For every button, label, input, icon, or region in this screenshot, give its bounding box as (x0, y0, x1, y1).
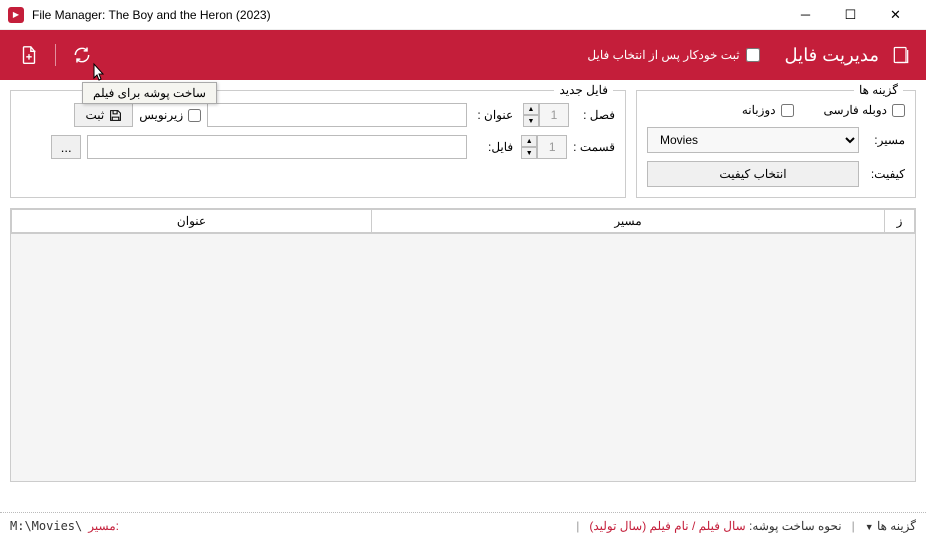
path-label: مسیر: (867, 133, 905, 147)
browse-button[interactable]: ... (51, 135, 81, 159)
refresh-button[interactable] (68, 41, 96, 69)
toolbar: مدیریت فایل ثبت خودکار پس از انتخاب فایل (0, 30, 926, 80)
file-manager-icon (891, 45, 911, 65)
episode-down[interactable]: ▼ (521, 147, 537, 159)
path-select[interactable]: Movies (647, 127, 859, 153)
sb-path: M:\Movies\ (10, 519, 82, 533)
files-table: ز مسیر عنوان (10, 208, 916, 482)
file-add-icon (18, 44, 40, 66)
file-input[interactable] (87, 135, 467, 159)
title-label: عنوان : (473, 108, 513, 122)
autosave-checkbox[interactable] (746, 48, 760, 62)
toolbar-title: مدیریت فایل (785, 45, 879, 66)
season-input[interactable] (539, 103, 569, 127)
dub-fa-wrap[interactable]: دوبله فارسی (824, 103, 905, 117)
window-title: File Manager: The Boy and the Heron (202… (32, 8, 783, 22)
titlebar: File Manager: The Boy and the Heron (202… (0, 0, 926, 30)
sb-folder-pattern-label: نحوه ساخت پوشه: (749, 519, 842, 533)
options-panel: گزینه ها دوبله فارسی دوزبانه مسیر: Movie… (636, 90, 916, 198)
season-spinner[interactable]: ▲▼ (523, 103, 569, 127)
season-label: فصل : (575, 108, 615, 122)
app-logo-icon (8, 7, 24, 23)
create-folder-button[interactable] (15, 41, 43, 69)
tooltip: ساخت پوشه برای فیلم (82, 82, 217, 104)
statusbar: گزینه ها ▼ | نحوه ساخت پوشه: سال فیلم / … (0, 512, 926, 538)
bilingual-checkbox[interactable] (781, 104, 794, 117)
bilingual-wrap[interactable]: دوزبانه (742, 103, 794, 117)
toolbar-separator (55, 44, 56, 66)
save-icon (109, 109, 122, 122)
file-label: فایل: (473, 140, 513, 154)
episode-input[interactable] (537, 135, 567, 159)
episode-up[interactable]: ▲ (521, 135, 537, 147)
maximize-button[interactable]: ☐ (828, 0, 873, 30)
col-path[interactable]: مسیر (372, 210, 885, 233)
quality-button[interactable]: انتخاب کیفیت (647, 161, 859, 187)
quality-label: کیفیت: (867, 167, 905, 181)
autosave-label: ثبت خودکار پس از انتخاب فایل (587, 48, 739, 62)
sb-folder-pattern: سال فیلم / نام فیلم (سال تولید) (589, 519, 745, 533)
subtitle-checkbox[interactable] (188, 109, 201, 122)
dub-fa-checkbox[interactable] (892, 104, 905, 117)
table-body-empty (11, 233, 915, 481)
episode-label: قسمت : (573, 140, 615, 154)
col-sub[interactable]: ز (885, 210, 915, 233)
title-input[interactable] (207, 103, 467, 127)
newfile-panel: فایل جدید فصل : ▲▼ قسمت : ▲▼ (10, 90, 626, 198)
subtitle-wrap[interactable]: زیرنویس (139, 108, 201, 122)
sb-path-label: :مسیر (88, 519, 119, 533)
col-title[interactable]: عنوان (12, 210, 372, 233)
close-button[interactable]: ✕ (873, 0, 918, 30)
autosave-checkbox-wrap[interactable]: ثبت خودکار پس از انتخاب فایل (587, 48, 759, 62)
sb-options[interactable]: گزینه ها ▼ (865, 519, 916, 533)
minimize-button[interactable]: ─ (783, 0, 828, 30)
options-panel-title: گزینه ها (854, 83, 903, 97)
episode-spinner[interactable]: ▲▼ (521, 135, 567, 159)
season-up[interactable]: ▲ (523, 103, 539, 115)
save-button[interactable]: ثبت (74, 103, 133, 127)
season-down[interactable]: ▼ (523, 115, 539, 127)
refresh-icon (72, 45, 92, 65)
newfile-panel-title: فایل جدید (554, 83, 613, 97)
